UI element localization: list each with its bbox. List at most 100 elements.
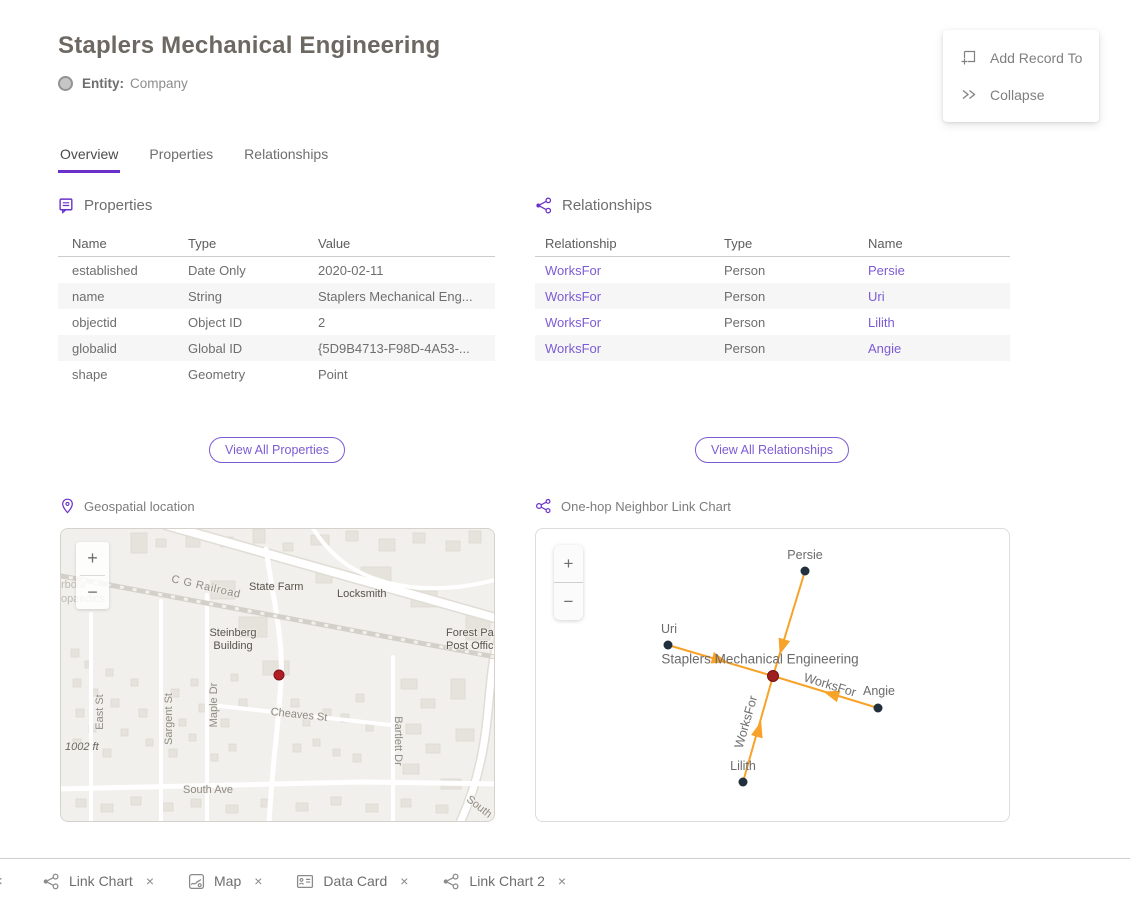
column-header: Relationship bbox=[535, 236, 724, 251]
menu-item-add-record-to[interactable]: Add Record To bbox=[943, 39, 1099, 76]
node-angie[interactable] bbox=[874, 704, 883, 713]
map-zoom-in-button[interactable]: + bbox=[76, 542, 109, 575]
bottom-tab-link-chart[interactable]: Link Chart × bbox=[42, 873, 154, 890]
map-zoom-out-button[interactable]: − bbox=[76, 576, 109, 609]
entity-link[interactable]: Uri bbox=[868, 289, 885, 304]
bottom-tab-bar: × Link Chart × Map × Data Card × bbox=[0, 858, 1130, 903]
link-chart-canvas bbox=[536, 529, 1010, 822]
tab-close-icon[interactable]: × bbox=[0, 873, 8, 890]
cell-type: Person bbox=[724, 263, 868, 278]
cell-name: globalid bbox=[58, 341, 188, 356]
map-scale-label: 1002 ft bbox=[65, 741, 99, 753]
column-header: Name bbox=[868, 236, 1010, 251]
relationship-link[interactable]: WorksFor bbox=[545, 341, 601, 356]
node-uri[interactable] bbox=[664, 641, 673, 650]
tab-properties[interactable]: Properties bbox=[147, 144, 215, 173]
relationships-icon bbox=[535, 197, 553, 214]
cell-type: Object ID bbox=[188, 315, 318, 330]
cell-type: String bbox=[188, 289, 318, 304]
map-label-forest-park: Post Offic bbox=[446, 640, 493, 652]
map-label-steinberg: Steinberg bbox=[209, 627, 256, 639]
cell-type: Person bbox=[724, 315, 868, 330]
entity-location-marker[interactable] bbox=[274, 670, 285, 681]
node-lilith[interactable] bbox=[739, 778, 748, 787]
node-persie[interactable] bbox=[801, 567, 810, 576]
cell-name: name bbox=[58, 289, 188, 304]
cell-type: Person bbox=[724, 289, 868, 304]
entity-link[interactable]: Angie bbox=[868, 341, 901, 356]
table-row: WorksFor Person Persie bbox=[535, 257, 1010, 283]
entity-link[interactable]: Lilith bbox=[868, 315, 895, 330]
chart-zoom-out-button[interactable]: − bbox=[554, 583, 583, 620]
tab-label: Data Card bbox=[323, 873, 387, 889]
table-row: shape Geometry Point bbox=[58, 361, 495, 387]
link-chart-icon bbox=[42, 873, 60, 890]
link-chart-icon bbox=[535, 498, 552, 514]
tab-overview[interactable]: Overview bbox=[58, 144, 120, 173]
table-row: objectid Object ID 2 bbox=[58, 309, 495, 335]
tab-close-icon[interactable]: × bbox=[400, 873, 408, 889]
entity-type-value: Company bbox=[130, 76, 188, 91]
tab-close-icon[interactable]: × bbox=[558, 873, 566, 889]
relationship-link[interactable]: WorksFor bbox=[545, 315, 601, 330]
link-chart-section-header: One-hop Neighbor Link Chart bbox=[535, 498, 731, 514]
cell-type: Date Only bbox=[188, 263, 318, 278]
cell-name: established bbox=[58, 263, 188, 278]
data-card-icon bbox=[296, 873, 314, 890]
map-pin-icon bbox=[60, 498, 75, 514]
cell-type: Person bbox=[724, 341, 868, 356]
link-chart-icon bbox=[442, 873, 460, 890]
entity-link[interactable]: Persie bbox=[868, 263, 905, 278]
node-label-center: Staplers Mechanical Engineering bbox=[661, 652, 858, 667]
relationships-table: Relationship Type Name WorksFor Person P… bbox=[535, 230, 1010, 361]
column-header: Type bbox=[724, 236, 868, 251]
cell-value: {5D9B4713-F98D-4A53-... bbox=[318, 341, 495, 356]
map-label-east-st: East St bbox=[94, 694, 106, 729]
relationship-link[interactable]: WorksFor bbox=[545, 289, 601, 304]
tab-close-icon[interactable]: × bbox=[254, 873, 262, 889]
bottom-tab-map[interactable]: Map × bbox=[188, 873, 262, 890]
map-label-locksmith: Locksmith bbox=[337, 588, 387, 600]
one-hop-link-chart[interactable]: Persie Uri Angie Lilith Staplers Mechani… bbox=[535, 528, 1010, 822]
entity-label: Entity: bbox=[82, 76, 124, 91]
chart-zoom-control: + − bbox=[554, 545, 583, 620]
chart-zoom-in-button[interactable]: + bbox=[554, 545, 583, 582]
section-title: Geospatial location bbox=[84, 499, 195, 514]
map-label-state-farm: State Farm bbox=[249, 581, 303, 593]
map-label-steinberg: Building bbox=[213, 640, 252, 652]
table-row: globalid Global ID {5D9B4713-F98D-4A53-.… bbox=[58, 335, 495, 361]
map-label-south-ave: South Ave bbox=[183, 784, 233, 796]
map-label-maple-dr: Maple Dr bbox=[208, 683, 220, 728]
node-label-persie: Persie bbox=[787, 548, 822, 562]
node-label-angie: Angie bbox=[863, 684, 895, 698]
map-zoom-control: + − bbox=[76, 542, 109, 609]
table-row: WorksFor Person Lilith bbox=[535, 309, 1010, 335]
bottom-tab-data-card[interactable]: Data Card × bbox=[296, 873, 408, 890]
column-header: Type bbox=[188, 236, 318, 251]
menu-item-collapse[interactable]: Collapse bbox=[943, 76, 1099, 113]
view-all-relationships-button[interactable]: View All Relationships bbox=[695, 437, 849, 463]
cell-type: Geometry bbox=[188, 367, 318, 382]
table-row: established Date Only 2020-02-11 bbox=[58, 257, 495, 283]
tab-close-icon[interactable]: × bbox=[146, 873, 154, 889]
map-label-sargent-st: Sargent St bbox=[163, 693, 175, 745]
node-label-lilith: Lilith bbox=[730, 759, 756, 773]
cell-value: Point bbox=[318, 367, 495, 382]
relationship-link[interactable]: WorksFor bbox=[545, 263, 601, 278]
node-center[interactable] bbox=[768, 671, 779, 682]
relationships-section: Relationships Relationship Type Name Wor… bbox=[535, 197, 1010, 361]
table-row: WorksFor Person Uri bbox=[535, 283, 1010, 309]
properties-table: Name Type Value established Date Only 20… bbox=[58, 230, 495, 387]
context-menu: Add Record To Collapse bbox=[943, 30, 1099, 122]
map-icon bbox=[188, 873, 205, 890]
tab-relationships[interactable]: Relationships bbox=[242, 144, 330, 173]
properties-section: Properties Name Type Value established D… bbox=[58, 197, 495, 387]
table-row: name String Staplers Mechanical Eng... bbox=[58, 283, 495, 309]
geospatial-map[interactable]: rbour opaedics C G Railroad State Farm L… bbox=[60, 528, 495, 822]
add-record-icon bbox=[960, 49, 977, 66]
entity-type-dot-icon bbox=[58, 76, 73, 91]
view-all-properties-button[interactable]: View All Properties bbox=[209, 437, 345, 463]
bottom-tab-link-chart-2[interactable]: Link Chart 2 × bbox=[442, 873, 566, 890]
column-header: Value bbox=[318, 236, 495, 251]
column-header: Name bbox=[58, 236, 188, 251]
